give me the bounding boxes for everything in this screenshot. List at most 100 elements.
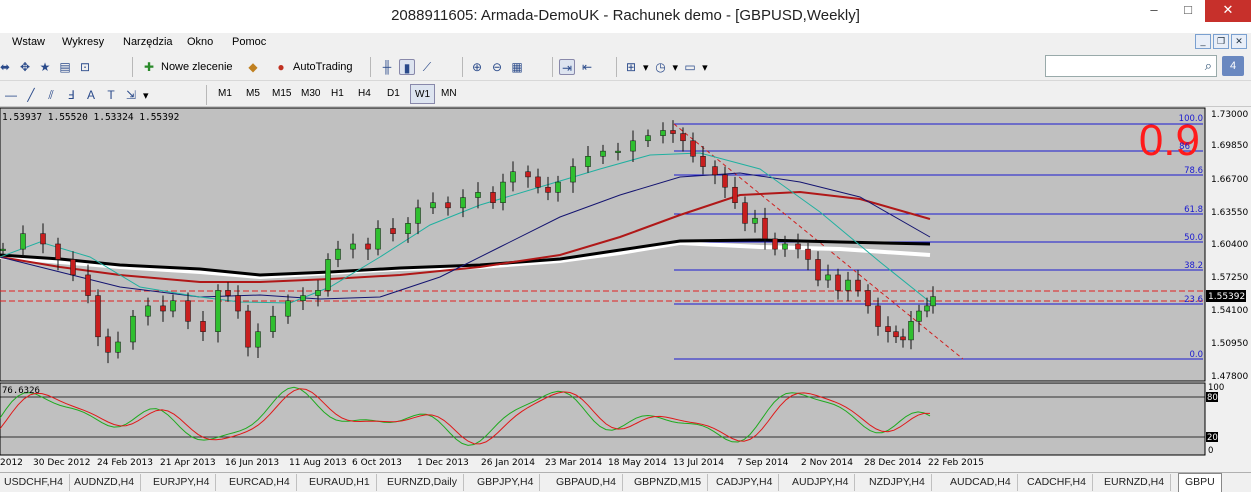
close-button[interactable]: ✕ — [1205, 0, 1251, 22]
menu-charts[interactable]: Wykresy — [62, 36, 104, 48]
price-chart[interactable]: 1.53937 1.55520 1.53324 1.55392 0.9 1.73… — [0, 107, 1251, 472]
notification-icon[interactable]: 4 — [1222, 56, 1244, 76]
bull-candle — [375, 228, 381, 250]
periods-icon[interactable]: ◷ — [653, 59, 669, 75]
arrows-icon[interactable]: ⇲ — [123, 87, 139, 103]
autotrading-button[interactable]: ● AutoTrading — [270, 56, 356, 78]
bear-candle — [690, 140, 696, 157]
tf-h4[interactable]: H4 — [354, 84, 375, 104]
expert-icon[interactable]: ◆ — [245, 59, 261, 75]
maximize-button[interactable]: □ — [1171, 0, 1205, 22]
navigator-icon[interactable]: ▤ — [57, 59, 73, 75]
favorites-icon[interactable]: ★ — [37, 59, 53, 75]
mdi-restore-icon[interactable]: ❐ — [1213, 34, 1229, 49]
tab-audjpy-h4[interactable]: AUDJPY,H4 — [786, 474, 856, 491]
bull-candle — [430, 202, 436, 209]
arrows-dropdown-icon[interactable]: ▾ — [143, 89, 149, 102]
menu-window[interactable]: Okno — [187, 36, 213, 48]
equidistant-channel-icon[interactable]: ⫽ — [43, 87, 59, 103]
tab-eurnzd-h4[interactable]: EURNZD,H4 — [1098, 474, 1172, 491]
bull-candle — [335, 248, 341, 260]
bull-candle — [475, 192, 481, 198]
chart-shift-icon[interactable]: ⇤ — [579, 59, 595, 75]
tab-euraud-h1[interactable]: EURAUD,H1 — [303, 474, 377, 491]
bull-candle — [916, 310, 922, 322]
fib-level-label: 50.0 — [1184, 233, 1203, 243]
bear-candle — [795, 243, 801, 250]
indicators-dropdown-icon[interactable]: ▾ — [643, 61, 649, 74]
auto-scroll-icon[interactable]: ⇥ — [559, 59, 575, 75]
price-tick: 1.50950 — [1211, 339, 1248, 349]
tab-audnzd-h4[interactable]: AUDNZD,H4 — [68, 474, 142, 491]
tf-m5[interactable]: M5 — [242, 84, 264, 104]
date-tick: 7 Sep 2014 — [737, 458, 789, 468]
fibonacci-icon[interactable]: Ⅎ — [63, 87, 79, 103]
bear-candle — [70, 259, 76, 276]
tf-mn[interactable]: MN — [437, 84, 461, 104]
menu-insert[interactable]: Wstaw — [12, 36, 45, 48]
tab-cadchf-h4[interactable]: CADCHF,H4 — [1021, 474, 1093, 491]
bull-candle — [325, 259, 331, 291]
search-icon[interactable]: ⌕ — [1205, 58, 1212, 74]
bear-candle — [445, 202, 451, 209]
tab-eurjpy-h4[interactable]: EURJPY,H4 — [147, 474, 217, 491]
menu-help[interactable]: Pomoc — [232, 36, 266, 48]
date-tick: 28 Dec 2014 — [864, 458, 922, 468]
autotrading-icon: ● — [277, 60, 285, 74]
price-tick: 1.57250 — [1211, 273, 1248, 283]
tf-h1[interactable]: H1 — [327, 84, 348, 104]
bear-candle — [732, 186, 738, 203]
tab-eurcad-h4[interactable]: EURCAD,H4 — [223, 474, 297, 491]
text-label-icon[interactable]: T — [103, 87, 119, 103]
templates-dropdown-icon[interactable]: ▾ — [702, 61, 708, 74]
horizontal-line-icon[interactable]: — — [3, 87, 19, 103]
fib-level-label: 23.6 — [1184, 295, 1203, 305]
tf-w1[interactable]: W1 — [410, 84, 435, 104]
templates-icon[interactable]: ▭ — [682, 59, 698, 75]
menu-tools[interactable]: Narzędzia — [123, 36, 173, 48]
bar-chart-icon[interactable]: ╫ — [379, 59, 395, 75]
tab-cadjpy-h4[interactable]: CADJPY,H4 — [710, 474, 780, 491]
market-watch-icon[interactable]: ⬌ — [0, 59, 13, 75]
tf-m15[interactable]: M15 — [268, 84, 295, 104]
minimize-button[interactable]: – — [1137, 0, 1171, 22]
trendline-icon[interactable]: ╱ — [23, 87, 39, 103]
menu-bar: Wstaw Wykresy Narzędzia Okno Pomoc — [0, 33, 1251, 53]
bear-candle — [185, 300, 191, 322]
tile-windows-icon[interactable]: ▦ — [509, 59, 525, 75]
bull-candle — [600, 150, 606, 157]
text-tool-icon[interactable]: A — [83, 87, 99, 103]
search-input[interactable]: ⌕ — [1045, 55, 1217, 77]
tab-gbpusd-w1[interactable]: GBPU — [1178, 473, 1222, 492]
periods-dropdown-icon[interactable]: ▾ — [673, 61, 679, 74]
tf-m30[interactable]: M30 — [297, 84, 324, 104]
tab-usdchf-h4[interactable]: USDCHF,H4 — [0, 474, 70, 491]
crosshair-nav-icon[interactable]: ✥ — [17, 59, 33, 75]
zoom-window-icon[interactable]: ⊡ — [77, 59, 93, 75]
tab-gbpaud-h4[interactable]: GBPAUD,H4 — [550, 474, 623, 491]
bull-candle — [145, 305, 151, 317]
bear-candle — [772, 238, 778, 250]
new-order-button[interactable]: ✚ Nowe zlecenie — [138, 56, 236, 78]
bull-candle — [20, 233, 26, 250]
bull-candle — [0, 248, 6, 251]
indicators-icon[interactable]: ⊞ — [623, 59, 639, 75]
line-chart-icon[interactable]: ⟋ — [419, 59, 435, 75]
tab-nzdjpy-h4[interactable]: NZDJPY,H4 — [863, 474, 932, 491]
mdi-close-icon[interactable]: ✕ — [1231, 34, 1247, 49]
drawing-toolbar: — ╱ ⫽ Ⅎ A T ⇲ ▾ M1 M5 M15 M30 H1 H4 D1 W… — [0, 81, 1251, 107]
tab-gbpjpy-h4[interactable]: GBPJPY,H4 — [471, 474, 541, 491]
zoom-in-icon[interactable]: ⊕ — [469, 59, 485, 75]
tab-eurnzd-daily[interactable]: EURNZD,Daily — [381, 474, 465, 491]
date-tick: 13 Jul 2014 — [673, 458, 724, 468]
date-tick: 16 Jun 2013 — [225, 458, 279, 468]
zoom-out-icon[interactable]: ⊖ — [489, 59, 505, 75]
mdi-minimize-icon[interactable]: _ — [1195, 34, 1211, 49]
candlestick-icon[interactable]: ▮ — [399, 59, 415, 75]
tf-d1[interactable]: D1 — [383, 84, 404, 104]
date-tick: 24 Feb 2013 — [97, 458, 153, 468]
autotrading-label: AutoTrading — [293, 61, 353, 73]
tab-audcad-h4[interactable]: AUDCAD,H4 — [944, 474, 1018, 491]
tf-m1[interactable]: M1 — [214, 84, 236, 104]
tab-gbpnzd-m15[interactable]: GBPNZD,M15 — [628, 474, 709, 491]
